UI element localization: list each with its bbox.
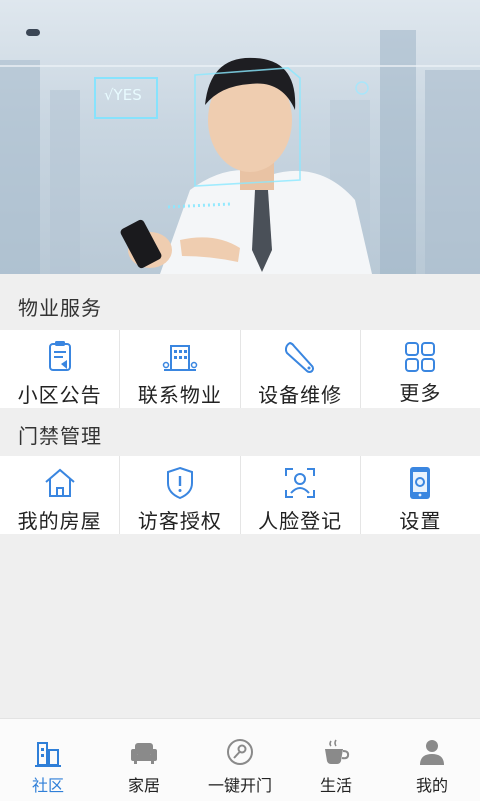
- section-title-property: 物业服务: [18, 296, 102, 320]
- access-visitor-label: 访客授权: [137, 509, 222, 533]
- nav-life[interactable]: 生活: [288, 719, 384, 801]
- building-icon: [162, 345, 198, 371]
- home-icon: [44, 468, 75, 497]
- status-indicator: [26, 29, 40, 36]
- service-repair[interactable]: 设备维修: [241, 330, 361, 408]
- grid-more-icon: [405, 342, 436, 372]
- shield-alert-icon: [166, 466, 193, 500]
- nav-home-label: 家居: [127, 776, 160, 795]
- sofa-icon: [131, 743, 157, 764]
- nav-community-label: 社区: [31, 776, 64, 795]
- hero-banner[interactable]: √YES: [0, 0, 480, 274]
- service-more[interactable]: 更多: [361, 330, 480, 408]
- user-icon: [420, 740, 444, 765]
- nav-home[interactable]: 家居: [96, 719, 192, 801]
- service-notice[interactable]: 小区公告: [0, 330, 121, 408]
- access-face-label: 人脸登记: [258, 509, 343, 533]
- nav-me[interactable]: 我的: [384, 719, 480, 801]
- face-id-icon: [285, 468, 316, 498]
- access-settings[interactable]: 设置: [361, 456, 480, 534]
- banner-illustration: [0, 30, 480, 274]
- nav-me-label: 我的: [415, 776, 448, 795]
- property-services-grid: 小区公告 联系物业 设备维修 更多: [0, 330, 480, 408]
- access-control-grid: 我的房屋 访客授权 人脸登记 设置: [0, 456, 480, 534]
- phone-settings-icon: [410, 467, 431, 499]
- nav-open-door[interactable]: 一键开门: [192, 719, 288, 801]
- hud-check-text: √YES: [104, 86, 142, 104]
- service-repair-label: 设备维修: [258, 383, 343, 407]
- community-icon: [35, 742, 61, 767]
- service-contact[interactable]: 联系物业: [120, 330, 241, 408]
- access-face[interactable]: 人脸登记: [241, 456, 361, 534]
- notice-icon: [48, 341, 71, 371]
- key-icon: [227, 739, 253, 765]
- nav-life-label: 生活: [319, 776, 352, 795]
- access-my-house[interactable]: 我的房屋: [0, 456, 121, 534]
- coffee-icon: [325, 739, 350, 764]
- service-more-label: 更多: [399, 381, 442, 405]
- bottom-nav: 社区 家居 一键开门 生活 我的: [0, 718, 480, 801]
- nav-open-door-label: 一键开门: [207, 776, 272, 795]
- service-notice-label: 小区公告: [17, 383, 102, 407]
- nav-community[interactable]: 社区: [0, 719, 96, 801]
- service-contact-label: 联系物业: [137, 383, 222, 407]
- section-title-access: 门禁管理: [18, 424, 102, 448]
- wrench-icon: [285, 341, 315, 374]
- access-settings-label: 设置: [399, 509, 442, 533]
- access-visitor[interactable]: 访客授权: [120, 456, 241, 534]
- access-my-house-label: 我的房屋: [17, 509, 102, 533]
